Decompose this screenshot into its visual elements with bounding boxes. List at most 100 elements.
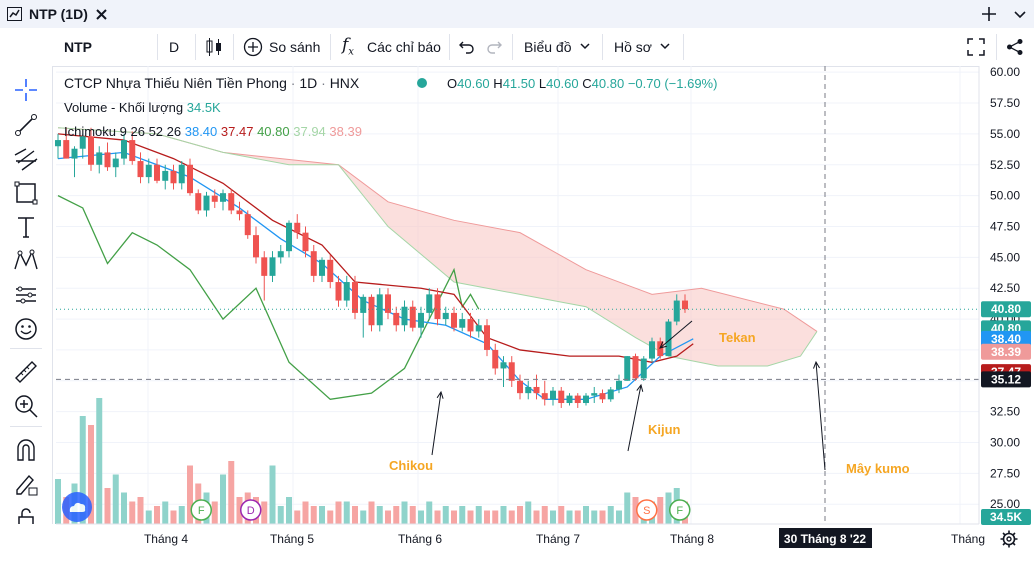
logo-cloud-icon[interactable] — [62, 492, 92, 522]
candle-body — [442, 312, 449, 320]
candle-body — [88, 136, 94, 165]
volume-bar — [319, 506, 325, 524]
price-tag-label: 40.80 — [991, 302, 1021, 316]
price-tag-label: 34.5K — [990, 510, 1022, 524]
close-label: C — [582, 76, 592, 91]
volume-bar — [360, 510, 367, 524]
candle-body — [640, 358, 647, 379]
x-tick-label: Tháng — [951, 532, 985, 546]
y-tick-label: 60.00 — [990, 65, 1020, 79]
volume-bar — [376, 506, 383, 524]
kijun-sen-line — [57, 133, 694, 363]
ichimoku-cloud — [58, 127, 817, 366]
candle-body — [649, 341, 655, 359]
candle-body — [368, 296, 375, 326]
legend-interval: 1D — [299, 75, 318, 91]
volume-bar — [121, 492, 127, 524]
candle-body — [409, 306, 416, 328]
x-tick-label: Tháng 7 — [536, 532, 580, 546]
volume-bar — [434, 510, 441, 524]
candle-body — [294, 222, 301, 233]
low-label: L — [538, 76, 547, 91]
candle-body — [525, 386, 532, 394]
candle-body — [533, 386, 540, 394]
price-tag-label: 38.40 — [991, 332, 1021, 346]
volume-bar — [574, 510, 581, 524]
volume-bar — [162, 501, 169, 524]
candle-body — [632, 356, 639, 379]
x-tick-label: Tháng 8 — [670, 532, 714, 546]
volume-bar — [508, 510, 515, 524]
candle-body — [220, 193, 226, 202]
candle-body — [335, 282, 342, 301]
y-tick-label: 32.50 — [990, 405, 1020, 419]
volume-bar — [583, 506, 589, 524]
volume-bar — [657, 497, 664, 524]
candle-body — [104, 152, 111, 168]
price-tag-label: 35.12 — [991, 372, 1021, 386]
ichimoku-chikou-value: 40.80 — [257, 124, 290, 139]
volume-bar — [277, 506, 284, 524]
volume-bar — [517, 506, 523, 524]
candle-body — [607, 389, 614, 400]
y-tick-label: 30.00 — [990, 436, 1020, 450]
y-tick-label: 45.00 — [990, 250, 1020, 264]
candle-body — [302, 232, 309, 252]
ichimoku-kijun-value: 37.47 — [220, 124, 254, 139]
y-tick-label: 52.50 — [990, 158, 1020, 172]
candle-body — [393, 312, 400, 326]
volume-bar — [335, 501, 342, 524]
volume-bar — [286, 497, 292, 524]
volume-bar — [154, 506, 160, 524]
volume-bar — [418, 510, 424, 524]
candle-body — [500, 362, 507, 369]
candle-body — [203, 195, 210, 211]
volume-bar — [467, 510, 474, 524]
volume-bar — [475, 506, 482, 524]
volume-bar — [599, 510, 606, 524]
volume-bar — [55, 479, 61, 524]
candle-body — [253, 235, 259, 258]
ichimoku-tenkan-value: 38.40 — [184, 124, 218, 139]
candle-body — [137, 161, 144, 178]
volume-bar — [591, 510, 598, 524]
legend-title-row: CTCP Nhựa Thiếu Niên Tiền Phong · 1D · H… — [64, 75, 360, 91]
candle-body — [195, 193, 202, 211]
candle-body — [434, 294, 441, 320]
y-tick-label: 47.50 — [990, 219, 1020, 233]
volume-bar — [451, 510, 457, 524]
candle-body — [624, 356, 631, 381]
candle-body — [343, 282, 350, 301]
candle-body — [269, 257, 276, 276]
candle-body — [426, 294, 433, 313]
candle-body — [154, 164, 160, 181]
candle-body — [541, 393, 548, 400]
candle-body — [451, 312, 457, 328]
y-tick-label: 55.00 — [990, 127, 1020, 141]
volume-bar — [533, 510, 540, 524]
ichimoku-legend: Ichimoku 9 26 52 26 38.40 37.47 40.80 37… — [64, 124, 362, 139]
candle-body — [558, 390, 565, 404]
candle-body — [492, 349, 499, 369]
candle-body — [121, 140, 127, 159]
volume-bar — [492, 510, 499, 524]
volume-bar — [137, 497, 144, 524]
candle-body — [583, 395, 589, 404]
candle-body — [55, 140, 61, 147]
close-value: 40.80 — [591, 76, 625, 91]
candle-body — [236, 210, 243, 215]
volume-bar — [624, 492, 631, 524]
candle-body — [96, 152, 103, 165]
candle-body — [63, 140, 70, 159]
candle-body — [376, 294, 383, 326]
y-tick-label: 57.50 — [990, 96, 1020, 110]
high-value: 41.50 — [502, 76, 536, 91]
candle-body — [566, 395, 573, 404]
volume-bar — [616, 510, 622, 524]
settings-gear-icon[interactable] — [1000, 530, 1018, 548]
open-value: 40.60 — [457, 76, 490, 91]
change-value: −0.70 (−1.69%) — [627, 76, 718, 91]
volume-bar — [541, 506, 548, 524]
candle-body — [211, 195, 218, 202]
candle-body — [261, 257, 268, 276]
